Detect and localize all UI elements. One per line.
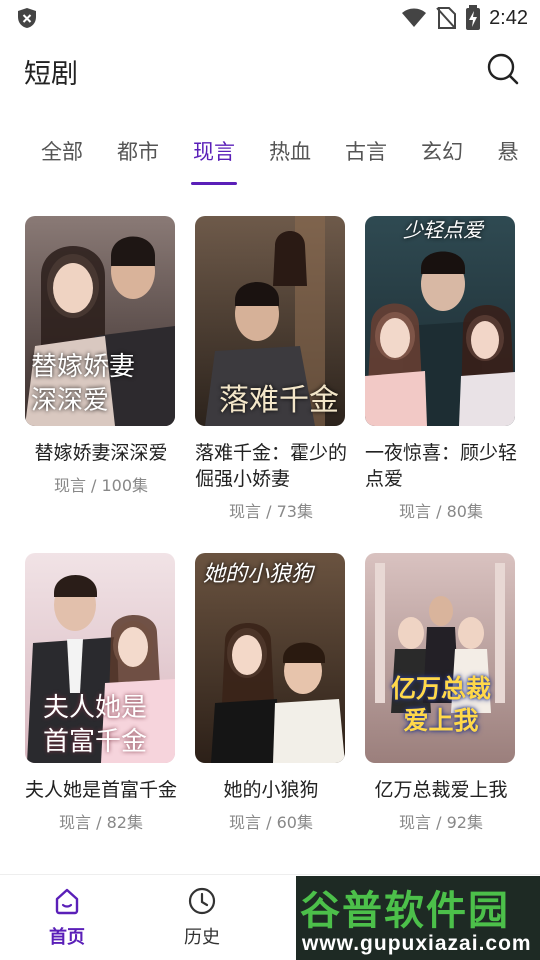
drama-meta: 现言 / 92集	[399, 813, 483, 832]
status-icons: 2:42	[401, 5, 528, 31]
tab-all[interactable]: 全部	[32, 136, 92, 166]
drama-meta: 现言 / 60集	[229, 813, 313, 832]
tab-modern-romance[interactable]: 现言	[184, 136, 244, 166]
drama-poster[interactable]: 少轻点爱	[365, 216, 515, 426]
drama-card[interactable]: 夫人她是 首富千金 夫人她是首富千金 现言 / 82集	[25, 553, 177, 833]
tab-ancient-romance[interactable]: 古言	[336, 136, 396, 166]
tab-urban[interactable]: 都市	[108, 136, 168, 166]
no-sim-icon	[436, 7, 457, 29]
nav-history[interactable]: 历史	[142, 885, 262, 949]
drama-title: 替嫁娇妻深深爱	[34, 442, 168, 464]
watermark-main-text: 谷普软件园	[300, 888, 510, 934]
drama-card[interactable]: 落难千金 落难千金：霍少的倔强小娇妻 现言 / 73集	[195, 216, 347, 522]
drama-meta: 现言 / 73集	[229, 502, 313, 521]
drama-card[interactable]: 少轻点爱 一夜惊喜：顾少轻点爱 现言 / 80集	[365, 216, 517, 522]
drama-poster[interactable]: 落难千金	[195, 216, 345, 426]
category-tabs: 全部 都市 现言 热血 古言 玄幻 悬	[0, 124, 540, 190]
clock-time: 2:42	[489, 6, 528, 29]
security-shield-icon	[18, 8, 36, 28]
poster-title-text: 少轻点爱	[403, 218, 483, 242]
drama-meta: 现言 / 100集	[53, 476, 149, 495]
site-watermark: 谷普软件园 www.gupuxiazai.com	[296, 876, 540, 960]
clock-icon	[188, 887, 216, 915]
watermark-url-text: www.gupuxiazai.com	[302, 932, 532, 955]
poster-title-text: 替嫁娇妻 深深爱	[31, 352, 136, 416]
drama-title: 夫人她是首富千金	[25, 779, 178, 801]
poster-title-text: 她的小狼狗	[203, 562, 314, 587]
drama-poster[interactable]: 她的小狼狗	[195, 553, 345, 763]
drama-meta: 现言 / 80集	[399, 502, 483, 521]
poster-title-text: 落难千金	[219, 383, 339, 418]
poster-title-text: 亿万总裁 爱上我	[390, 674, 491, 735]
drama-card[interactable]: 替嫁娇妻 深深爱 替嫁娇妻深深爱 现言 / 100集	[25, 216, 177, 496]
drama-meta: 现言 / 82集	[59, 813, 143, 832]
page-title: 短剧	[24, 59, 78, 90]
drama-poster[interactable]: 亿万总裁 爱上我	[365, 553, 515, 763]
wifi-icon	[402, 8, 427, 27]
drama-title: 一夜惊喜：顾少轻点爱	[365, 442, 518, 490]
drama-poster[interactable]: 夫人她是 首富千金	[25, 553, 175, 763]
drama-title: 她的小狼狗	[223, 779, 319, 801]
drama-title: 落难千金：霍少的倔强小娇妻	[195, 442, 348, 490]
drama-title: 亿万总裁爱上我	[374, 779, 508, 801]
tab-suspense[interactable]: 悬	[488, 136, 528, 166]
drama-card[interactable]: 亿万总裁 爱上我 亿万总裁爱上我 现言 / 92集	[365, 553, 517, 833]
tab-action[interactable]: 热血	[260, 136, 320, 166]
active-tab-indicator	[191, 182, 237, 185]
drama-poster[interactable]: 替嫁娇妻 深深爱	[25, 216, 175, 426]
drama-card[interactable]: 她的小狼狗 她的小狼狗 现言 / 60集	[195, 553, 347, 833]
nav-home-label: 首页	[49, 927, 85, 948]
nav-history-label: 历史	[184, 927, 220, 948]
app-bar: 短剧	[0, 40, 540, 102]
poster-title-text: 夫人她是 首富千金	[43, 693, 148, 757]
home-icon	[55, 888, 79, 915]
tab-fantasy[interactable]: 玄幻	[412, 136, 472, 166]
battery-charging-icon	[466, 5, 481, 30]
search-icon[interactable]	[486, 52, 520, 86]
status-bar: 2:42	[0, 0, 540, 36]
nav-home[interactable]: 首页	[7, 885, 127, 949]
